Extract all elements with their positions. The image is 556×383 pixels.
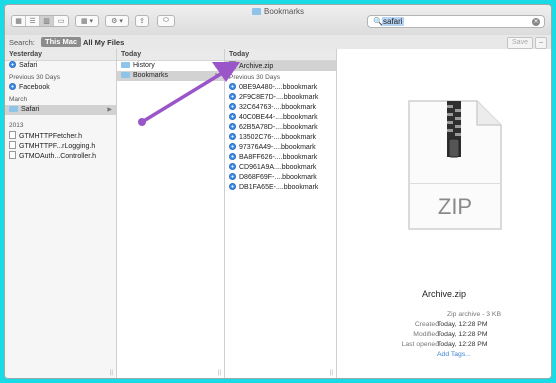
document-icon	[9, 141, 16, 149]
safari-compass-icon	[229, 183, 236, 190]
section-header: Yesterday	[5, 49, 116, 61]
results-column-3: Today Archive.zip Previous 30 Days 0BE9A…	[225, 49, 337, 378]
action-button[interactable]: ⚙ ▾	[105, 15, 129, 27]
column-view-button[interactable]: ▥	[40, 16, 54, 26]
safari-compass-icon	[9, 83, 16, 90]
safari-compass-icon	[229, 153, 236, 160]
bookmark-list: 0BE9A480-....bbookmark 2F9C8E7D-....bbook…	[225, 83, 336, 193]
list-item-bookmark[interactable]: DB1FA65E-....bbookmark	[225, 183, 336, 193]
created-label: Created	[414, 321, 439, 328]
safari-compass-icon	[229, 163, 236, 170]
list-item[interactable]: GTMOAuth...Controller.h	[5, 151, 116, 161]
search-field[interactable]: 🔍 safari ✕	[367, 15, 545, 28]
list-item-bookmark[interactable]: 62B5A78D-....bbookmark	[225, 123, 336, 133]
preview-pane: ZIP Archive.zip Zip archive - 3 KB Creat…	[337, 49, 551, 378]
share-button[interactable]: ⇪	[135, 15, 149, 27]
folder-icon	[251, 8, 261, 15]
preview-filename: Archive.zip	[421, 289, 466, 299]
column-resize-handle[interactable]: ||	[110, 370, 113, 376]
safari-compass-icon	[229, 133, 236, 140]
coverflow-view-button[interactable]: ▭	[54, 16, 68, 26]
safari-compass-icon	[229, 113, 236, 120]
remove-criteria-button[interactable]: −	[535, 37, 547, 49]
list-item-facebook[interactable]: Facebook	[5, 83, 116, 93]
list-item-archive-zip[interactable]: Archive.zip	[225, 61, 336, 71]
zip-archive-icon: ZIP	[408, 100, 502, 230]
section-header: March	[9, 96, 28, 103]
arrange-button[interactable]: ▦ ▾	[75, 15, 99, 27]
list-item-safari-folder[interactable]: Safari ▶	[5, 105, 116, 115]
arrange-icon: ▦ ▾	[80, 18, 94, 25]
results-column-2: Today History ▶ Bookmarks ▶ ||	[117, 49, 225, 378]
file-info: Zip archive - 3 KB Created Today, 12:28 P…	[337, 311, 551, 361]
view-switcher: ▦ ☰ ▥ ▭	[11, 15, 69, 27]
section-header: Today	[225, 49, 336, 61]
document-icon	[9, 151, 16, 159]
list-item[interactable]: GTMHTTPFetcher.h	[5, 131, 116, 141]
save-search-button[interactable]: Save	[507, 37, 533, 49]
disclosure-arrow-icon: ▶	[107, 107, 112, 113]
list-item-bookmark[interactable]: 40C0BE44-....bbookmark	[225, 113, 336, 123]
list-item-bookmark[interactable]: 32C64763-....bbookmark	[225, 103, 336, 113]
created-value: Today, 12:28 PM	[437, 321, 488, 328]
list-item-bookmarks[interactable]: Bookmarks ▶	[117, 71, 224, 81]
icon-view-icon: ▦	[15, 18, 22, 25]
folder-icon	[9, 106, 18, 112]
finder-window: Bookmarks ▦ ☰ ▥ ▭ ▦ ▾ ⚙ ▾ ⇪ ⬭ 🔍 safari ✕…	[4, 4, 552, 379]
list-item-bookmark[interactable]: D868F69F-....bbookmark	[225, 173, 336, 183]
share-icon: ⇪	[139, 18, 145, 25]
file-kind: Zip archive - 3 KB	[446, 311, 502, 318]
search-input[interactable]: safari	[382, 17, 404, 26]
add-tags-link[interactable]: Add Tags...	[437, 351, 471, 358]
section-header: Today	[117, 49, 224, 61]
safari-compass-icon	[229, 103, 236, 110]
scope-label: Search:	[9, 38, 35, 47]
section-header: Previous 30 Days	[9, 74, 60, 81]
folder-icon	[121, 72, 130, 78]
list-item-bookmark[interactable]: 97376A49-....bbookmark	[225, 143, 336, 153]
zip-icon-label: ZIP	[438, 194, 472, 219]
list-item-bookmark[interactable]: BA8FF626-....bbookmark	[225, 153, 336, 163]
column-resize-handle[interactable]: ||	[330, 370, 333, 376]
safari-compass-icon	[9, 61, 16, 68]
list-item-bookmark[interactable]: 0BE9A480-....bbookmark	[225, 83, 336, 93]
gear-icon: ⚙ ▾	[111, 18, 123, 25]
clear-search-icon[interactable]: ✕	[532, 18, 540, 26]
coverflow-view-icon: ▭	[57, 18, 65, 25]
column-view-icon: ▥	[43, 18, 50, 25]
list-item[interactable]: GTMHTTPF...rLogging.h	[5, 141, 116, 151]
modified-label: Modified	[413, 331, 439, 338]
icon-view-button[interactable]: ▦	[12, 16, 26, 26]
section-header: Previous 30 Days	[229, 74, 280, 81]
section-header: 2013	[9, 122, 24, 129]
modified-value: Today, 12:28 PM	[437, 331, 488, 338]
last-opened-value: Today, 12:28 PM	[437, 341, 488, 348]
folder-icon	[121, 62, 130, 68]
toolbar: Bookmarks ▦ ☰ ▥ ▭ ▦ ▾ ⚙ ▾ ⇪ ⬭ 🔍 safari ✕	[5, 5, 551, 36]
safari-compass-icon	[229, 93, 236, 100]
safari-compass-icon	[229, 143, 236, 150]
last-opened-label: Last opened	[401, 341, 439, 348]
safari-compass-icon	[229, 83, 236, 90]
tag-icon: ⬭	[163, 17, 169, 24]
list-view-icon: ☰	[29, 18, 36, 25]
disclosure-arrow-icon: ▶	[215, 63, 220, 69]
list-view-button[interactable]: ☰	[26, 16, 40, 26]
list-item-bookmark[interactable]: CD961A9A....bbookmark	[225, 163, 336, 173]
scope-all-my-files-button[interactable]: All My Files	[83, 38, 124, 47]
document-icon	[9, 131, 16, 139]
results-column-1: Yesterday Safari Previous 30 Days Facebo…	[5, 49, 117, 378]
list-item-bookmark[interactable]: 13502C76-....bbookmark	[225, 133, 336, 143]
zip-file-icon	[229, 61, 236, 69]
search-scope-bar: Search: This Mac All My Files Save −	[5, 35, 551, 50]
tag-button[interactable]: ⬭	[157, 15, 175, 27]
list-item-safari[interactable]: Safari	[5, 61, 116, 71]
list-item-bookmark[interactable]: 2F9C8E7D-....bbookmark	[225, 93, 336, 103]
column-resize-handle[interactable]: ||	[218, 370, 221, 376]
scope-this-mac-button[interactable]: This Mac	[41, 37, 82, 47]
disclosure-arrow-icon: ▶	[215, 73, 220, 79]
list-item-history[interactable]: History ▶	[117, 61, 224, 71]
safari-compass-icon	[229, 123, 236, 130]
safari-compass-icon	[229, 173, 236, 180]
